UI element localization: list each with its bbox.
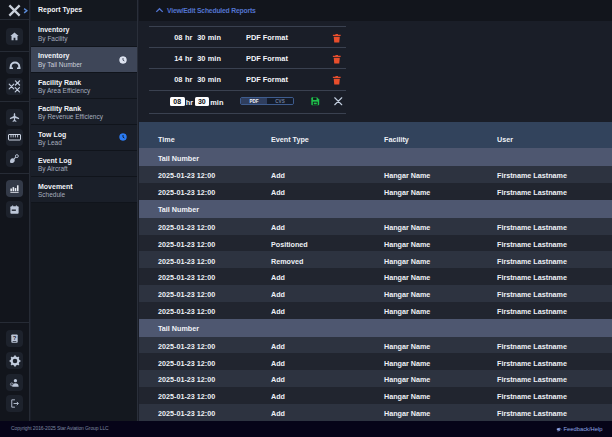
- svg-text:?: ?: [13, 335, 17, 341]
